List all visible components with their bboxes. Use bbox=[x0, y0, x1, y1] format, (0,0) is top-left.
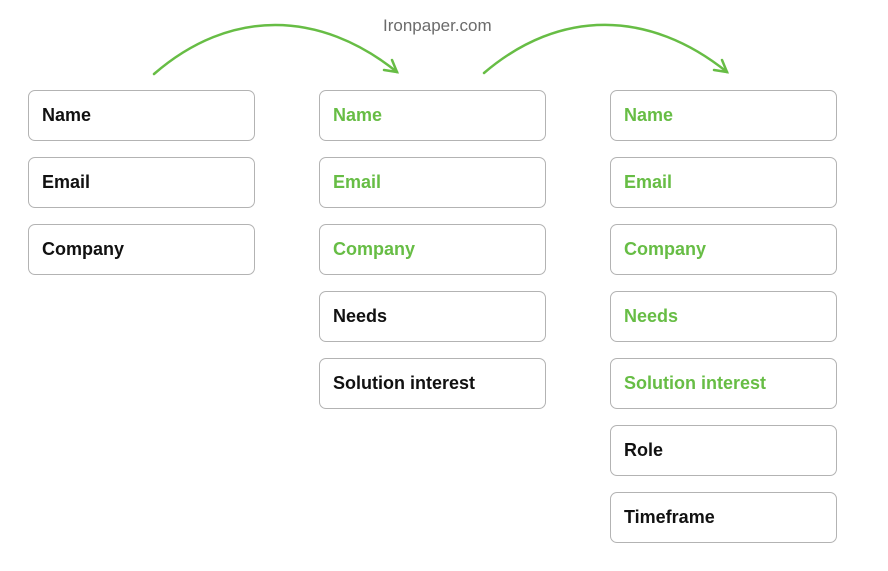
form-step-1: Name Email Company bbox=[28, 90, 255, 291]
field-role: Role bbox=[610, 425, 837, 476]
field-needs: Needs bbox=[319, 291, 546, 342]
field-timeframe: Timeframe bbox=[610, 492, 837, 543]
arrow-form1-to-form2 bbox=[152, 23, 400, 76]
field-company: Company bbox=[610, 224, 837, 275]
field-solution-interest: Solution interest bbox=[610, 358, 837, 409]
field-solution-interest: Solution interest bbox=[319, 358, 546, 409]
field-name: Name bbox=[610, 90, 837, 141]
field-email: Email bbox=[319, 157, 546, 208]
field-needs: Needs bbox=[610, 291, 837, 342]
form-step-3: Name Email Company Needs Solution intere… bbox=[610, 90, 837, 559]
field-email: Email bbox=[28, 157, 255, 208]
field-name: Name bbox=[319, 90, 546, 141]
field-email: Email bbox=[610, 157, 837, 208]
field-company: Company bbox=[319, 224, 546, 275]
form-step-2: Name Email Company Needs Solution intere… bbox=[319, 90, 546, 425]
field-company: Company bbox=[28, 224, 255, 275]
watermark: Ironpaper.com bbox=[383, 16, 492, 35]
arrow-form2-to-form3 bbox=[482, 23, 730, 75]
field-name: Name bbox=[28, 90, 255, 141]
